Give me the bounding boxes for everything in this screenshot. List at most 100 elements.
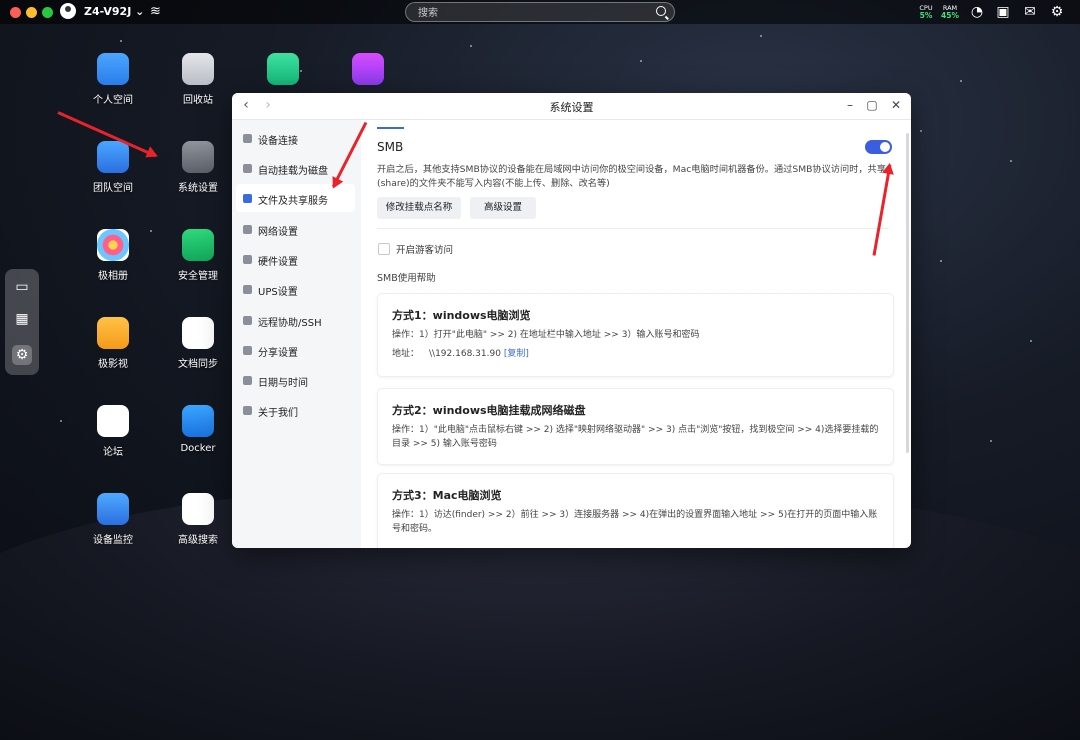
apps-grid-icon[interactable]: ▦ bbox=[12, 309, 32, 329]
sidebar-item-label: UPS设置 bbox=[258, 287, 298, 298]
window-titlebar: ‹ › 系统设置 – ▢ ✕ bbox=[232, 93, 911, 120]
sidebar-item-date-time[interactable]: 日期与时间 bbox=[236, 366, 355, 394]
ram-value: 45% bbox=[941, 11, 959, 20]
sidebar-item-hardware[interactable]: 硬件设置 bbox=[236, 245, 355, 273]
minimize-icon[interactable]: – bbox=[842, 97, 858, 113]
sidebar-item-network[interactable]: 网络设置 bbox=[236, 215, 355, 243]
disk-icon bbox=[243, 164, 252, 173]
chat-icon bbox=[97, 405, 129, 437]
desktop-icon-label: 个人空间 bbox=[93, 95, 133, 106]
device-name-text: Z4-V92J bbox=[84, 5, 132, 18]
close-icon[interactable]: ✕ bbox=[888, 97, 904, 113]
address-label: 地址： bbox=[392, 349, 420, 359]
smb-title: SMB bbox=[377, 140, 404, 154]
gear-icon[interactable]: ⚙ bbox=[1049, 4, 1065, 20]
device-name[interactable]: Z4-V92J ⌄ bbox=[84, 5, 144, 18]
desktop-icon-advanced-search[interactable]: 高级搜索 bbox=[158, 493, 238, 546]
search-box[interactable] bbox=[405, 2, 675, 22]
method-steps: 操作：1）打开"此电脑" >> 2) 在地址栏中输入地址 >> 3）输入账号和密… bbox=[392, 330, 700, 340]
desktop-icon-tips[interactable] bbox=[243, 53, 323, 91]
battery-icon bbox=[243, 285, 252, 294]
desktop-icon-label: 极影视 bbox=[98, 359, 128, 370]
search-icon[interactable] bbox=[656, 6, 666, 16]
ai-icon bbox=[352, 53, 384, 85]
desktop-icon-trash[interactable]: 回收站 bbox=[158, 53, 238, 106]
method-title: 方式3：Mac电脑浏览 bbox=[392, 489, 502, 502]
video-icon bbox=[97, 317, 129, 349]
desktop-icon-video[interactable]: 极影视 bbox=[73, 317, 153, 370]
speed-gauge-icon[interactable]: ◔ bbox=[969, 4, 985, 20]
mail-icon[interactable]: ✉ bbox=[1022, 4, 1038, 20]
settings-gear-icon[interactable]: ⚙ bbox=[12, 345, 32, 365]
ram-meter: RAM 45% bbox=[940, 4, 960, 20]
sidebar-item-sharing[interactable]: 分享设置 bbox=[236, 336, 355, 364]
docker-icon bbox=[182, 405, 214, 437]
settings-gear-icon bbox=[182, 141, 214, 173]
hardware-icon bbox=[243, 255, 252, 264]
search-input[interactable] bbox=[416, 5, 650, 21]
heartbeat-icon bbox=[97, 493, 129, 525]
desktop-icon-label: 安全管理 bbox=[178, 271, 218, 282]
shield-icon bbox=[182, 229, 214, 261]
team-folder-icon bbox=[97, 141, 129, 173]
guest-access-label: 开启游客访问 bbox=[396, 245, 454, 256]
rename-mount-button[interactable]: 修改挂载点名称 bbox=[377, 197, 461, 219]
sidebar-item-label: 设备连接 bbox=[258, 136, 298, 147]
file-share-icon bbox=[243, 194, 252, 203]
wifi-icon[interactable]: ≋ bbox=[150, 4, 161, 19]
desktop-icon-ai[interactable] bbox=[328, 53, 408, 91]
smb-description: 开启之后，其他支持SMB协议的设备能在局域网中访问你的极空间设备，Mac电脑时间… bbox=[377, 164, 886, 189]
desktop-icon-security[interactable]: 安全管理 bbox=[158, 229, 238, 282]
system-settings-window: ‹ › 系统设置 – ▢ ✕ 设备连接 自动挂载为磁盘 文件及共享服务 网络设置… bbox=[232, 93, 911, 548]
desktop-icon-doc-sync[interactable]: 文档同步 bbox=[158, 317, 238, 370]
active-tab-indicator bbox=[377, 127, 404, 129]
sidebar-item-label: 硬件设置 bbox=[258, 257, 298, 268]
help-card-method-1: 方式1：windows电脑浏览 操作：1）打开"此电脑" >> 2) 在地址栏中… bbox=[377, 293, 894, 377]
maximize-icon[interactable]: ▢ bbox=[864, 97, 880, 113]
smb-toggle[interactable] bbox=[865, 140, 892, 154]
advanced-settings-button[interactable]: 高级设置 bbox=[470, 197, 536, 219]
desktop-icon-system-settings[interactable]: 系统设置 bbox=[158, 141, 238, 194]
side-dock: ▭ ▦ ⚙ bbox=[5, 269, 39, 375]
calendar-icon bbox=[243, 376, 252, 385]
desktop-icon-photos[interactable]: 极相册 bbox=[73, 229, 153, 282]
method-steps: 操作：1）"此电脑"点击鼠标右键 >> 2) 选择"映射网络驱动器" >> 3)… bbox=[392, 425, 879, 449]
method-address: 地址： \\192.168.31.90 [复制] bbox=[392, 346, 529, 359]
settings-content: SMB 开启之后，其他支持SMB协议的设备能在局域网中访问你的极空间设备，Mac… bbox=[362, 120, 911, 548]
globe-icon bbox=[243, 225, 252, 234]
magnifier-icon bbox=[182, 493, 214, 525]
content-scrollbar[interactable] bbox=[906, 133, 909, 453]
trash-icon bbox=[182, 53, 214, 85]
desktop-icon-docker[interactable]: Docker bbox=[158, 405, 238, 454]
sidebar-item-remote-ssh[interactable]: 远程协助/SSH bbox=[236, 306, 355, 334]
cpu-value: 5% bbox=[919, 11, 933, 20]
minimize-dot-icon[interactable] bbox=[26, 7, 37, 18]
guest-access-checkbox[interactable] bbox=[378, 243, 390, 255]
desktop-icon-label: 团队空间 bbox=[93, 183, 133, 194]
smb-help-title: SMB使用帮助 bbox=[377, 273, 436, 284]
desktop-icon-forum[interactable]: 论坛 bbox=[73, 405, 153, 458]
sidebar-item-label: 自动挂载为磁盘 bbox=[258, 166, 328, 177]
monitor-icon[interactable]: ▭ bbox=[12, 277, 32, 297]
close-dot-icon[interactable] bbox=[10, 7, 21, 18]
photos-icon bbox=[97, 229, 129, 261]
desktop-icon-label: Docker bbox=[180, 443, 216, 454]
share-icon bbox=[243, 346, 252, 355]
sidebar-item-label: 网络设置 bbox=[258, 227, 298, 238]
sidebar-item-device-connection[interactable]: 设备连接 bbox=[236, 124, 355, 152]
desktop-icon-label: 论坛 bbox=[103, 447, 123, 458]
desktop-icon-device-monitor[interactable]: 设备监控 bbox=[73, 493, 153, 546]
maximize-dot-icon[interactable] bbox=[42, 7, 53, 18]
divider bbox=[377, 228, 889, 229]
desktop-icon-personal-space[interactable]: 个人空间 bbox=[73, 53, 153, 106]
copy-address-link[interactable]: [复制] bbox=[504, 349, 529, 359]
tasks-icon[interactable]: ▣ bbox=[995, 4, 1011, 20]
method-steps: 操作：1）访达(finder) >> 2）前往 >> 3）连接服务器 >> 4)… bbox=[392, 510, 878, 534]
cpu-meter: CPU 5% bbox=[916, 4, 936, 20]
window-title: 系统设置 bbox=[549, 101, 594, 114]
user-icon[interactable] bbox=[60, 3, 76, 19]
sidebar-item-about[interactable]: 关于我们 bbox=[236, 396, 355, 424]
help-card-method-3: 方式3：Mac电脑浏览 操作：1）访达(finder) >> 2）前往 >> 3… bbox=[377, 473, 894, 548]
address-value: \\192.168.31.90 bbox=[429, 349, 501, 359]
sidebar-item-ups[interactable]: UPS设置 bbox=[236, 275, 355, 303]
